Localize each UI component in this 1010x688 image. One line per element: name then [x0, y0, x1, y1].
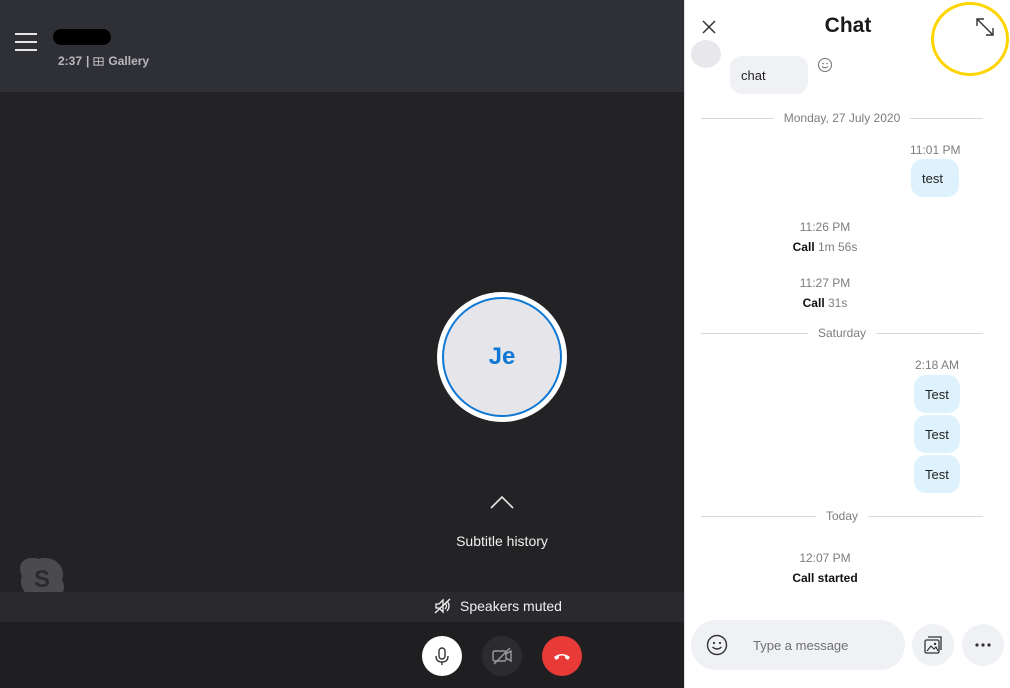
view-mode-gallery[interactable]: Gallery	[108, 54, 149, 68]
chevron-up-icon[interactable]	[489, 494, 515, 510]
call-stage	[0, 92, 684, 592]
redacted-contact-name	[53, 29, 111, 45]
outgoing-message[interactable]: Test	[914, 455, 960, 493]
call-log-detail: Call 1m 56s	[745, 240, 905, 254]
video-toggle-button[interactable]	[482, 636, 522, 676]
call-log-entry[interactable]: 11:26 PM Call 1m 56s	[745, 220, 905, 254]
outgoing-message[interactable]: test	[911, 159, 959, 197]
hang-up-button[interactable]	[542, 636, 582, 676]
date-divider-label: Saturday	[817, 326, 867, 340]
participant-avatar[interactable]: Je	[442, 297, 562, 417]
speaker-muted-icon	[434, 598, 451, 614]
call-log-detail: Call started	[745, 571, 905, 585]
emoji-icon[interactable]	[705, 633, 729, 657]
svg-text:S: S	[34, 566, 50, 593]
message-composer	[691, 620, 905, 670]
video-off-icon	[492, 647, 512, 665]
message-timestamp: 2:18 AM	[915, 358, 960, 372]
media-gallery-icon	[924, 636, 942, 654]
send-media-button[interactable]	[912, 624, 954, 666]
chat-pane: Chat chat Monday, 27 July 2020 11:01 PM …	[684, 0, 1010, 688]
emoji-reaction-icon[interactable]	[817, 57, 833, 73]
date-divider-label: Today	[825, 509, 859, 523]
date-divider: Saturday	[701, 325, 983, 341]
message-text: Test	[925, 386, 949, 402]
gallery-icon	[93, 56, 105, 66]
call-log-detail: Call 31s	[745, 296, 905, 310]
date-divider: Today	[701, 508, 983, 524]
call-log-time: 11:27 PM	[799, 276, 851, 290]
outgoing-message[interactable]: Test	[914, 415, 960, 453]
incoming-message[interactable]: chat	[730, 56, 808, 94]
subtitle-history-button[interactable]: Subtitle history	[432, 533, 572, 549]
more-options-button[interactable]	[962, 624, 1004, 666]
call-pane: 2:37 | Gallery Je Subtitle history S Spe…	[0, 0, 684, 688]
call-log-duration: 31s	[828, 296, 848, 310]
call-log-entry[interactable]: 11:27 PM Call 31s	[745, 276, 905, 310]
date-divider-label: Monday, 27 July 2020	[783, 111, 901, 125]
speakers-status-bar	[0, 592, 684, 622]
message-timestamp: 11:01 PM	[910, 143, 961, 157]
call-log-time: 12:07 PM	[799, 551, 851, 565]
sender-avatar[interactable]	[691, 40, 721, 68]
speakers-muted-status[interactable]: Speakers muted	[434, 598, 562, 614]
date-divider: Monday, 27 July 2020	[701, 110, 983, 126]
hamburger-icon[interactable]	[15, 33, 37, 51]
hang-up-icon	[554, 654, 570, 660]
outgoing-message[interactable]: Test	[914, 375, 960, 413]
message-text: Test	[925, 466, 949, 482]
message-text: test	[922, 170, 943, 186]
call-log-duration: 1m 56s	[818, 240, 858, 254]
message-input[interactable]	[753, 637, 893, 653]
speakers-muted-label: Speakers muted	[460, 598, 562, 614]
call-log-label: Call started	[792, 571, 858, 585]
message-text: Test	[925, 426, 949, 442]
message-text: chat	[741, 67, 766, 83]
call-duration: 2:37	[58, 54, 83, 68]
call-log-label: Call	[802, 296, 825, 310]
highlight-annotation-circle	[931, 2, 1009, 76]
microphone-button[interactable]	[422, 636, 462, 676]
call-log-label: Call	[792, 240, 815, 254]
call-header: 2:37 | Gallery	[0, 0, 684, 92]
participant-avatar-ring: Je	[437, 292, 567, 422]
more-options-icon	[975, 643, 991, 647]
microphone-icon	[435, 647, 449, 665]
meta-separator: |	[86, 54, 90, 68]
call-meta: 2:37 | Gallery	[58, 54, 149, 68]
call-log-time: 11:26 PM	[799, 220, 851, 234]
call-log-entry[interactable]: 12:07 PM Call started	[745, 551, 905, 585]
